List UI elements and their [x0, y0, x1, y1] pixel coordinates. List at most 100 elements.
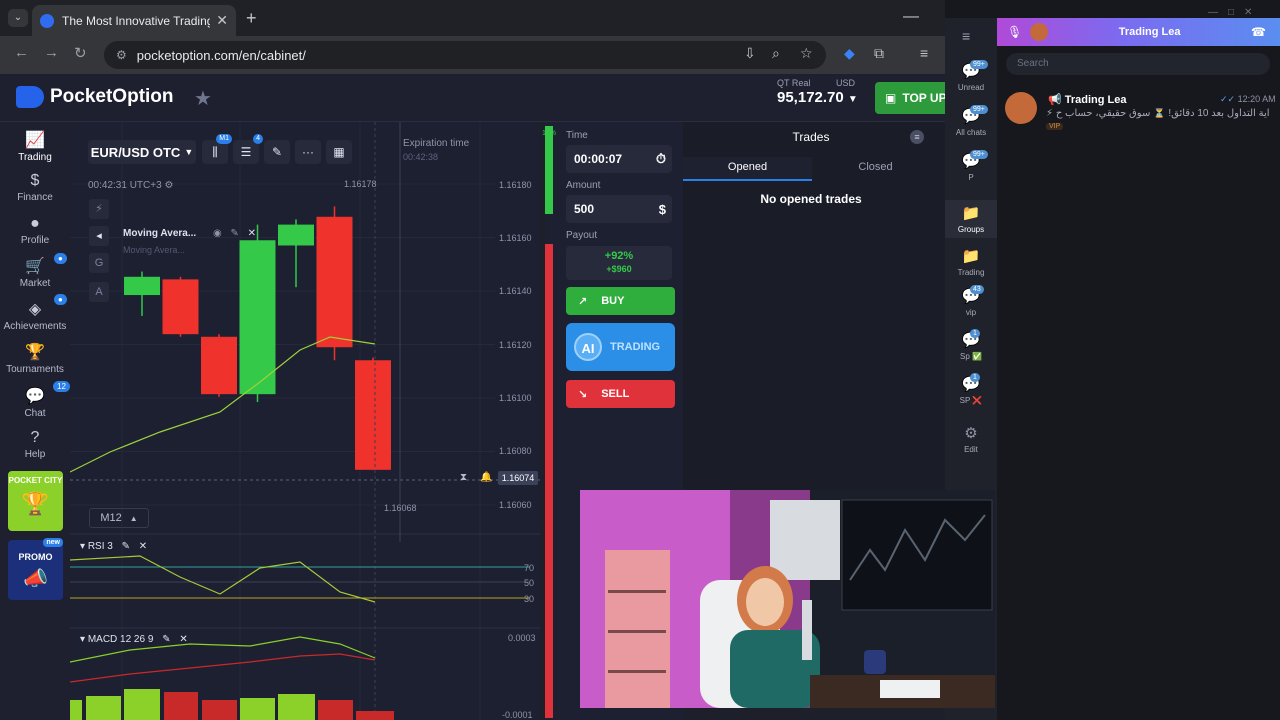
reading-list-icon[interactable]: ≡ [920, 45, 928, 61]
y-tick: 1.16060 [499, 500, 532, 510]
clock-icon[interactable]: ⏱ [656, 151, 666, 167]
sidebar-item-help[interactable]: ? Help [0, 429, 70, 460]
back-icon[interactable]: ← [14, 44, 29, 61]
currency-icon[interactable]: $ [659, 202, 666, 217]
sidebar-item-finance[interactable]: $ Finance [0, 172, 70, 203]
pocket-city-label: POCKET CITY [8, 476, 63, 485]
collapse-indicators-icon[interactable]: ◂ [89, 226, 109, 246]
folder-edit[interactable]: ⚙ Edit [945, 424, 997, 454]
buy-button[interactable]: ↗ BUY [566, 287, 675, 315]
forward-icon[interactable]: → [44, 44, 59, 61]
telegram-search-input[interactable]: Search [1006, 53, 1270, 75]
y-tick: 1.16120 [499, 340, 532, 350]
sidebar-item-profile[interactable]: ● Profile [0, 215, 70, 246]
time-value: 00:00:07 [574, 152, 623, 166]
tab-search-button[interactable]: ⌄ [8, 9, 28, 27]
timer-icon[interactable]: ⧗ [460, 472, 467, 483]
chat-avatar [1005, 92, 1037, 124]
pocketoption-logo[interactable]: PocketOption [16, 86, 174, 108]
time-input[interactable]: 00:00:07 ⏱ [566, 145, 672, 173]
asset-pair-selector[interactable]: EUR/USD OTC ▼ [88, 140, 196, 164]
ai-trading-button[interactable]: AI TRADING [566, 323, 675, 371]
folder-unread-badge: 1 [970, 373, 980, 382]
chevron-down-icon[interactable]: ▾ [80, 634, 85, 645]
end-call-icon[interactable]: ☎ [1251, 25, 1266, 39]
close-icon[interactable]: ✕ [179, 634, 187, 645]
layout-grid-button[interactable]: ▦ [326, 140, 352, 164]
folder-label: All chats [955, 128, 987, 137]
chart-canvas [70, 122, 540, 720]
rsi-tick: 30 [524, 594, 535, 604]
timeframe-selector[interactable]: M12 ▲ [89, 508, 149, 528]
macd-histogram-bar [164, 692, 198, 720]
double-check-icon: ✓✓ [1220, 94, 1236, 104]
top-up-label: TOP UP [902, 91, 947, 105]
bell-icon[interactable]: 🔔 [480, 472, 492, 483]
pocket-city-banner[interactable]: POCKET CITY 🏆 [8, 471, 63, 531]
amount-input[interactable]: 500 $ [566, 195, 672, 223]
balance-value: 95,172.70 [777, 89, 844, 106]
folder-trading[interactable]: 📁 Trading [945, 247, 997, 277]
hamburger-menu-icon[interactable]: ≡ [962, 28, 970, 44]
folder-label: Edit [964, 445, 978, 454]
close-icon[interactable]: ✕ [248, 228, 256, 239]
trades-menu-icon[interactable]: ≡ [910, 130, 924, 144]
install-icon[interactable]: ⇩ [744, 45, 756, 62]
browser-tab[interactable]: The Most Innovative Trading Pl ✕ [32, 5, 236, 36]
flash-tool-icon[interactable]: ⚡ [89, 199, 109, 219]
y-tick: 1.16100 [499, 393, 532, 403]
favorite-star-icon[interactable]: ★ [194, 86, 212, 111]
url-field[interactable]: ⚙ pocketoption.com/en/cabinet/ [104, 41, 826, 69]
y-tick: 1.16140 [499, 286, 532, 296]
pencil-icon[interactable]: ✎ [162, 634, 170, 645]
folder-groups[interactable]: 📁 Groups [945, 200, 997, 238]
bookmark-star-icon[interactable]: ☆ [800, 45, 813, 62]
account-balance-dropdown[interactable]: 95,172.70 ▼ [777, 89, 858, 106]
indicators-badge: 4 [253, 134, 263, 144]
sliders-icon: ☰ [240, 145, 252, 159]
chat-name[interactable]: 📢 Trading Lea [1048, 93, 1127, 106]
price-chart[interactable] [70, 122, 540, 720]
more-options-button[interactable]: ··· [295, 140, 321, 164]
sidebar-item-tournaments[interactable]: 🏆 Tournaments [0, 342, 70, 375]
promo-banner[interactable]: new PROMO 📣 [8, 538, 63, 600]
extension-shield-icon[interactable]: ◆ [844, 45, 855, 62]
mic-off-icon[interactable]: 🎙 [1007, 25, 1022, 39]
time-label: Time [566, 130, 588, 141]
chart-type-button[interactable]: ⫼ M1 [202, 134, 232, 164]
chevron-down-icon[interactable]: ▾ [80, 541, 85, 552]
reload-icon[interactable]: ↻ [74, 44, 87, 62]
expiration-time-label: Expiration time [403, 138, 470, 149]
close-tab-icon[interactable]: ✕ [216, 12, 228, 29]
indicators-button[interactable]: ☰ 4 [233, 134, 263, 164]
sidebar-item-label: Help [24, 449, 46, 460]
site-info-icon[interactable]: ⚙ [116, 48, 127, 62]
window-controls[interactable]: — □ ✕ [1208, 3, 1252, 18]
call-bar[interactable]: 🎙 Trading Lea ☎ [997, 18, 1280, 46]
folder-unread-badge: 99+ [970, 60, 988, 69]
payout-display: +92% +$960 [566, 246, 672, 280]
chevron-down-icon: ▼ [184, 147, 194, 157]
sidebar-item-trading[interactable]: 📈 Trading [0, 130, 70, 163]
tab-closed[interactable]: Closed [812, 157, 939, 181]
expiration-time-value: 00:42:38 [403, 152, 439, 162]
pencil-icon[interactable]: ✎ [230, 228, 238, 239]
sell-button[interactable]: ↘ SELL [566, 380, 675, 408]
zoom-icon[interactable]: ⌕ [772, 45, 780, 62]
drawing-tools-button[interactable]: ✎ [264, 140, 290, 164]
side-tool-a[interactable]: A [89, 282, 109, 302]
top-up-button[interactable]: ▣ TOP UP [875, 82, 950, 114]
eye-icon[interactable]: ◉ [213, 228, 222, 239]
trophy-icon: 🏆 [25, 344, 45, 361]
tab-opened[interactable]: Opened [683, 157, 812, 181]
extensions-puzzle-icon[interactable]: ⧉ [874, 45, 884, 62]
close-icon[interactable]: ✕ [139, 541, 147, 552]
macd-histogram-bar [86, 696, 121, 720]
pencil-icon[interactable]: ✎ [122, 541, 130, 552]
minimize-window-button[interactable]: — [903, 8, 919, 26]
promo-label: PROMO [18, 552, 53, 562]
new-tab-button[interactable]: + [246, 8, 257, 29]
side-tool-g[interactable]: G [89, 253, 109, 273]
gear-icon[interactable]: ⚙ [164, 180, 173, 191]
pencil-icon: ✎ [271, 145, 283, 159]
